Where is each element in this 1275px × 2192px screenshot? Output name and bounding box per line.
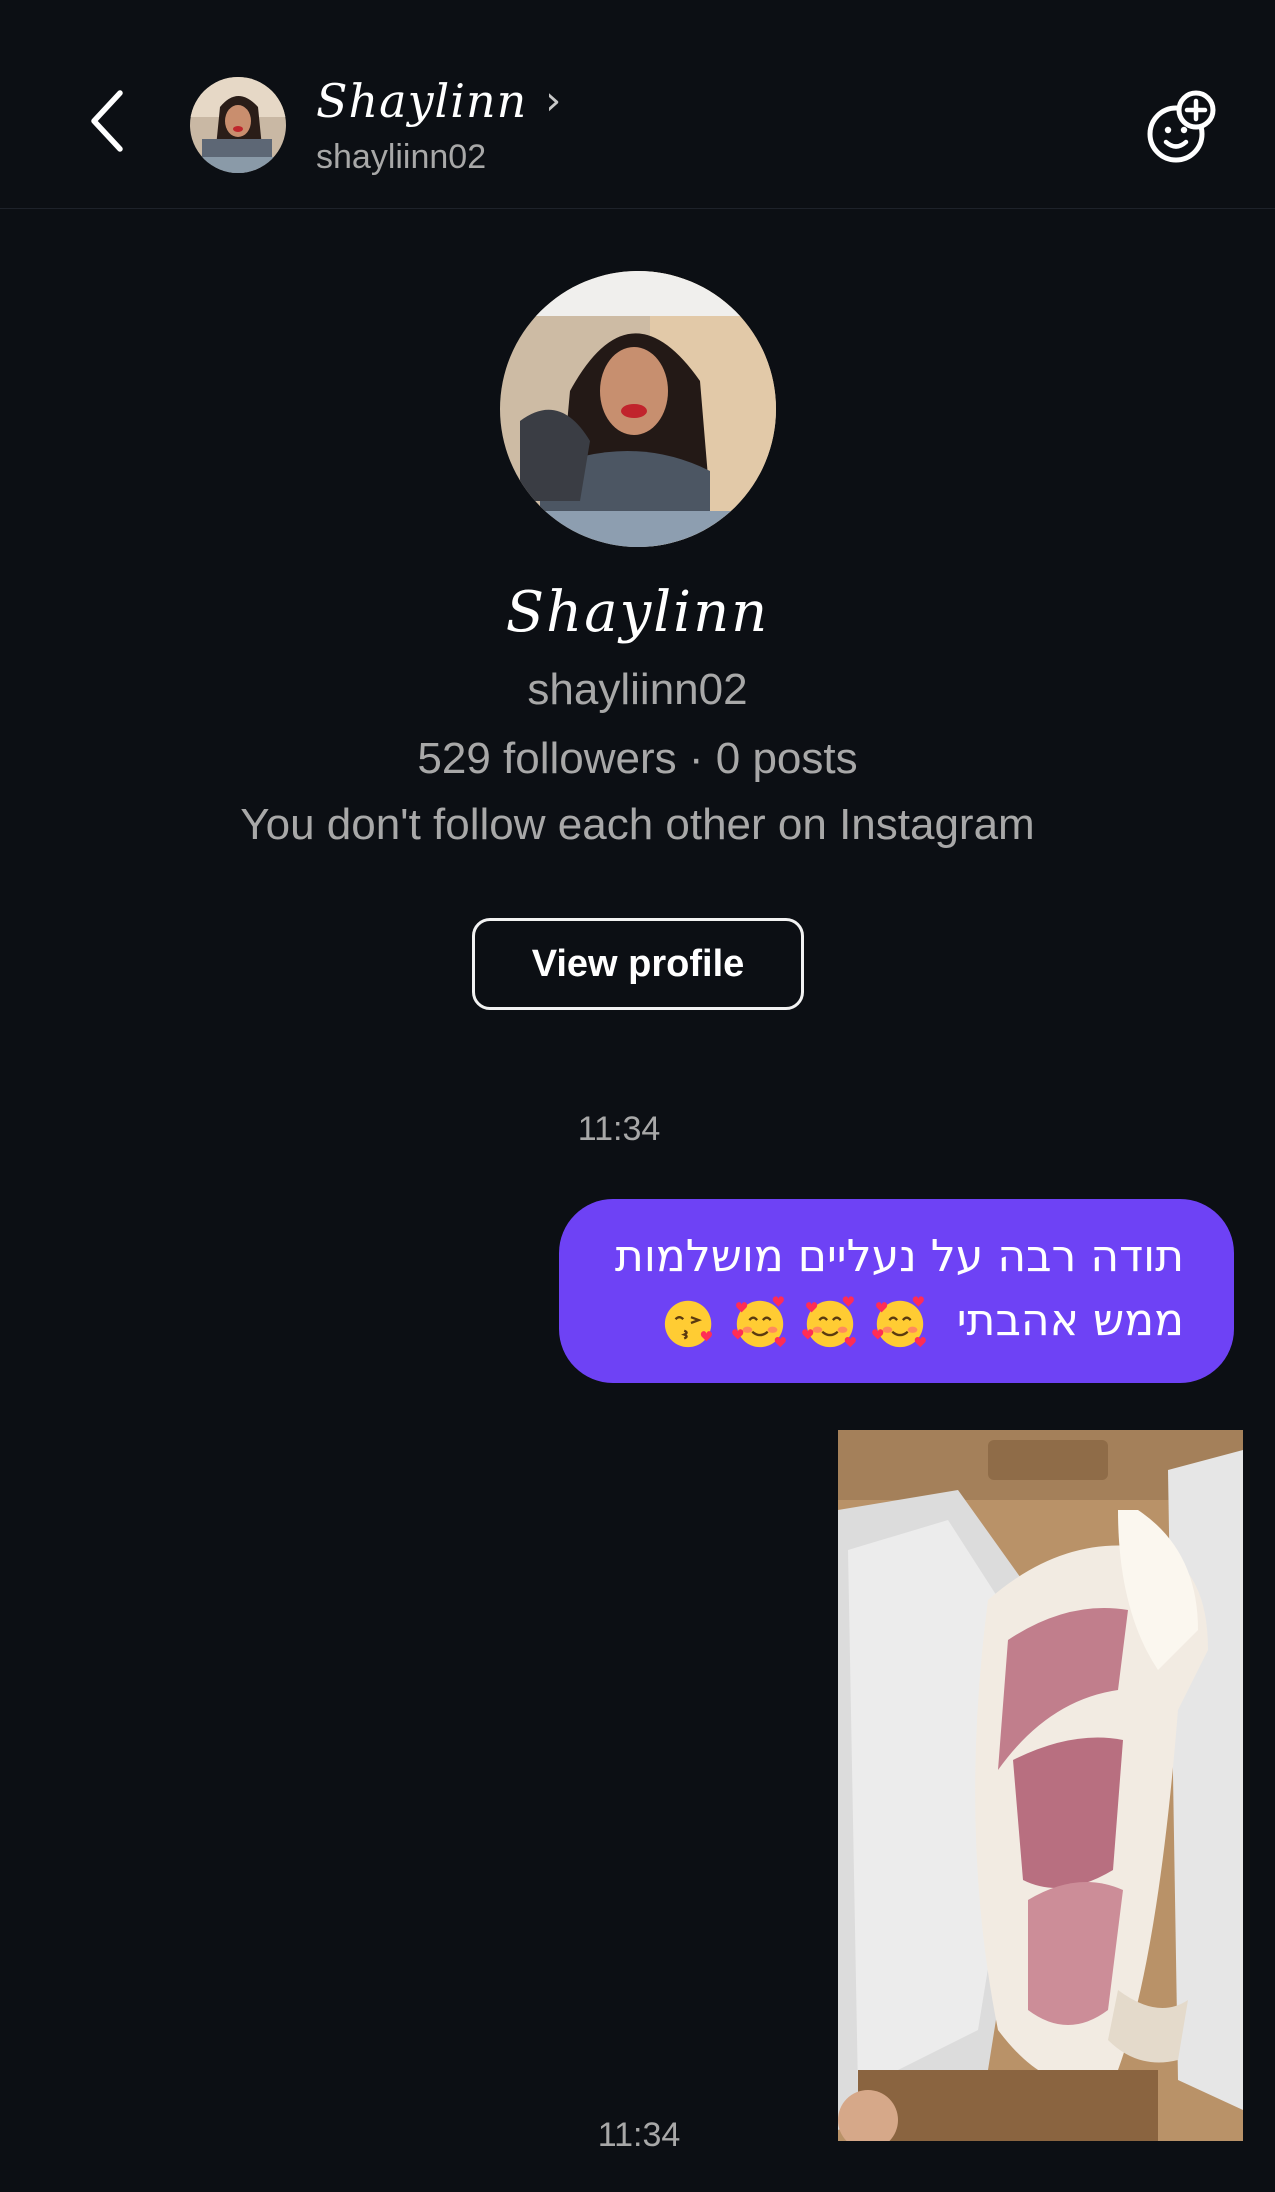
chevron-right-icon: › [545,78,563,124]
profile-name: Shaylinn [505,580,770,645]
header-avatar[interactable] [190,77,286,173]
message-text-line-with-emojis: ממש אהבתי [599,1289,1184,1353]
chat-header: Shaylinn › shayliinn02 [0,0,1275,209]
smiling-face-with-hearts-icon [731,1294,789,1352]
message-timestamp: 11:34 [597,2116,681,2154]
profile-photo [500,271,776,547]
mutual-follow-note: You don't follow each other on Instagram [240,800,1035,849]
message-text-line: ממש אהבתי [956,1295,1184,1346]
message-timestamp: 11:34 [577,1110,661,1148]
view-profile-button[interactable]: View profile [472,918,804,1010]
emoji-group [661,1294,929,1352]
profile-stats: 529 followers · 0 posts [417,734,858,783]
profile-username: shayliinn02 [527,665,748,714]
face-blowing-a-kiss-icon [661,1294,719,1352]
avatar-photo [190,77,286,173]
add-people-icon [1147,90,1216,163]
add-people-button[interactable] [1142,88,1222,168]
smiling-face-with-hearts-icon [871,1294,929,1352]
message-bubble[interactable]: תודה רבה על נעליים מושלמות ממש אהבתי [559,1199,1234,1383]
sneakers-in-box-image [838,1430,1243,2141]
smiling-face-with-hearts-icon [801,1294,859,1352]
back-button[interactable] [72,85,144,157]
header-display-name[interactable]: Shaylinn › [316,74,562,128]
chevron-left-icon [91,90,123,152]
header-username: shayliinn02 [316,138,487,176]
message-text-line: תודה רבה על נעליים מושלמות [614,1231,1184,1282]
header-name-text: Shaylinn [316,74,528,128]
profile-avatar[interactable] [500,271,776,547]
message-photo[interactable] [838,1430,1243,2141]
